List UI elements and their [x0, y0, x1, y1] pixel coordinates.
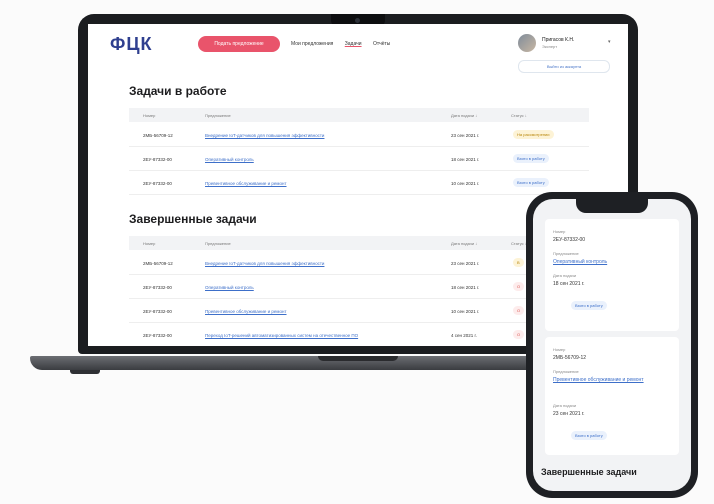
cell-date: 4 сен 2021 г.	[451, 333, 477, 338]
cell-number: 2ЕУ-87332-00	[143, 157, 172, 162]
user-role: Эксперт	[542, 44, 558, 49]
nav-tasks[interactable]: Задачи	[345, 41, 362, 47]
cell-proposal-link[interactable]: Оперативный контроль	[205, 285, 254, 290]
section-title-in-progress: Задачи в работе	[129, 84, 227, 98]
cell-number: 2ЕУ-87332-00	[143, 333, 172, 338]
table-row[interactable]: 2ЕУ-87332-00 Превентивное обслуживание и …	[129, 172, 589, 195]
chevron-down-icon[interactable]: ▾	[608, 39, 611, 45]
cell-proposal-link[interactable]: Превентивное обслуживание и ремонт	[205, 181, 287, 186]
task-card[interactable]: Номер 2ЕУ-87332-00 Предложение Оперативн…	[545, 219, 679, 331]
card-date: 23 сен 2021 г.	[553, 411, 585, 417]
card-label: Дата подачи	[553, 273, 577, 278]
cell-date: 23 сен 2021 г.	[451, 133, 480, 138]
nav-reports[interactable]: Отчёты	[373, 41, 390, 47]
section-title-completed: Завершенные задачи	[129, 212, 257, 226]
col-proposal[interactable]: Предложение	[205, 241, 231, 246]
table-row[interactable]: 2ЕУ-87332-00 Оперативный контроль 18 сен 2…	[129, 148, 589, 171]
table-header: Номер Предложение Дата подачи ↓ Статус ↓	[129, 236, 589, 250]
card-label: Предложение	[553, 251, 579, 256]
cell-date: 23 сен 2021 г.	[451, 261, 480, 266]
main-nav: Мои предложения Задачи Отчёты	[291, 41, 400, 47]
cell-number: 2МБ-56709-12	[143, 133, 173, 138]
col-proposal[interactable]: Предложение	[205, 113, 231, 118]
section-title-completed: Завершенные задачи	[541, 467, 637, 477]
cell-number: 2МБ-56709-12	[143, 261, 173, 266]
table-row[interactable]: 2МБ-56709-12 Внедрение IoT-датчиков для п…	[129, 124, 589, 147]
table-row[interactable]: 2ЕУ-87332-00 Оперативный контроль 18 сен 2…	[129, 276, 589, 299]
laptop-hinge-notch	[318, 356, 398, 361]
phone-notch	[576, 199, 648, 213]
col-date[interactable]: Дата подачи ↓	[451, 113, 477, 118]
laptop-foot	[70, 370, 100, 374]
cell-proposal-link[interactable]: Превентивное обслуживание и ремонт	[205, 309, 287, 314]
cell-date: 18 сен 2021 г.	[451, 157, 480, 162]
card-label: Номер	[553, 347, 566, 352]
task-card[interactable]: Номер 2МБ-56709-12 Предложение Превентив…	[545, 337, 679, 455]
table-row[interactable]: 2ЕУ-87332-00 Превентивное обслуживание и …	[129, 300, 589, 323]
cell-proposal-link[interactable]: Оперативный контроль	[205, 157, 254, 162]
status-badge: На рассмотрении	[513, 130, 554, 139]
status-badge: Взято в работу	[571, 301, 607, 310]
app-header: ФЦК Подать предложение Мои предложения З…	[88, 24, 628, 73]
user-name: Пригасов К.Н.	[542, 37, 575, 43]
status-badge: О	[513, 330, 525, 339]
card-number: 2ЕУ-87332-00	[553, 237, 586, 243]
col-number[interactable]: Номер	[143, 113, 155, 118]
card-label: Дата подачи	[553, 403, 577, 408]
col-number[interactable]: Номер	[143, 241, 155, 246]
status-badge: Взято в работу	[513, 154, 549, 163]
cell-proposal-link[interactable]: Внедрение IoT-датчиков для повышения эфф…	[205, 261, 324, 266]
col-status[interactable]: Статус ↓	[511, 113, 527, 118]
cell-date: 10 сен 2021 г.	[451, 181, 480, 186]
status-badge: Взято в работу	[513, 178, 549, 187]
cell-number: 2ЕУ-87332-00	[143, 181, 172, 186]
table-row[interactable]: 2МБ-56709-12 Внедрение IoT-датчиков для п…	[129, 252, 589, 275]
cell-proposal-link[interactable]: Внедрение IoT-датчиков для повышения эфф…	[205, 133, 324, 138]
cell-proposal-link[interactable]: Переход IoT-решений автоматизированных с…	[205, 333, 358, 338]
card-number: 2МБ-56709-12	[553, 355, 587, 361]
status-badge: О	[513, 306, 525, 315]
submit-proposal-button[interactable]: Подать предложение	[198, 36, 280, 52]
nav-my-proposals[interactable]: Мои предложения	[291, 41, 333, 47]
logout-button[interactable]: Выйти из аккаунта	[518, 60, 610, 73]
phone-screen: Номер 2ЕУ-87332-00 Предложение Оперативн…	[533, 199, 691, 491]
card-label: Предложение	[553, 369, 579, 374]
user-menu[interactable]: Пригасов К.Н. Эксперт ▾	[518, 34, 618, 54]
status-badge: О	[513, 282, 525, 291]
cell-date: 10 сен 2021 г.	[451, 309, 480, 314]
status-badge: В	[513, 258, 524, 267]
table-header: Номер Предложение Дата подачи ↓ Статус ↓	[129, 108, 589, 122]
col-date[interactable]: Дата подачи ↓	[451, 241, 477, 246]
card-proposal-link[interactable]: Превентивное обслуживание и ремонт	[553, 377, 653, 384]
avatar	[518, 34, 536, 52]
cell-number: 2ЕУ-87332-00	[143, 309, 172, 314]
col-status[interactable]: Статус ↓	[511, 241, 527, 246]
card-label: Номер	[553, 229, 566, 234]
card-proposal-link[interactable]: Оперативный контроль	[553, 259, 607, 265]
table-row[interactable]: 2ЕУ-87332-00 Переход IoT-решений автомати…	[129, 324, 589, 346]
cell-date: 18 сен 2021 г.	[451, 285, 480, 290]
product-mockup: ФЦК Подать предложение Мои предложения З…	[0, 0, 714, 504]
logo[interactable]: ФЦК	[110, 34, 153, 55]
card-date: 18 сен 2021 г.	[553, 281, 585, 287]
status-badge: Взято в работу	[571, 431, 607, 440]
cell-number: 2ЕУ-87332-00	[143, 285, 172, 290]
